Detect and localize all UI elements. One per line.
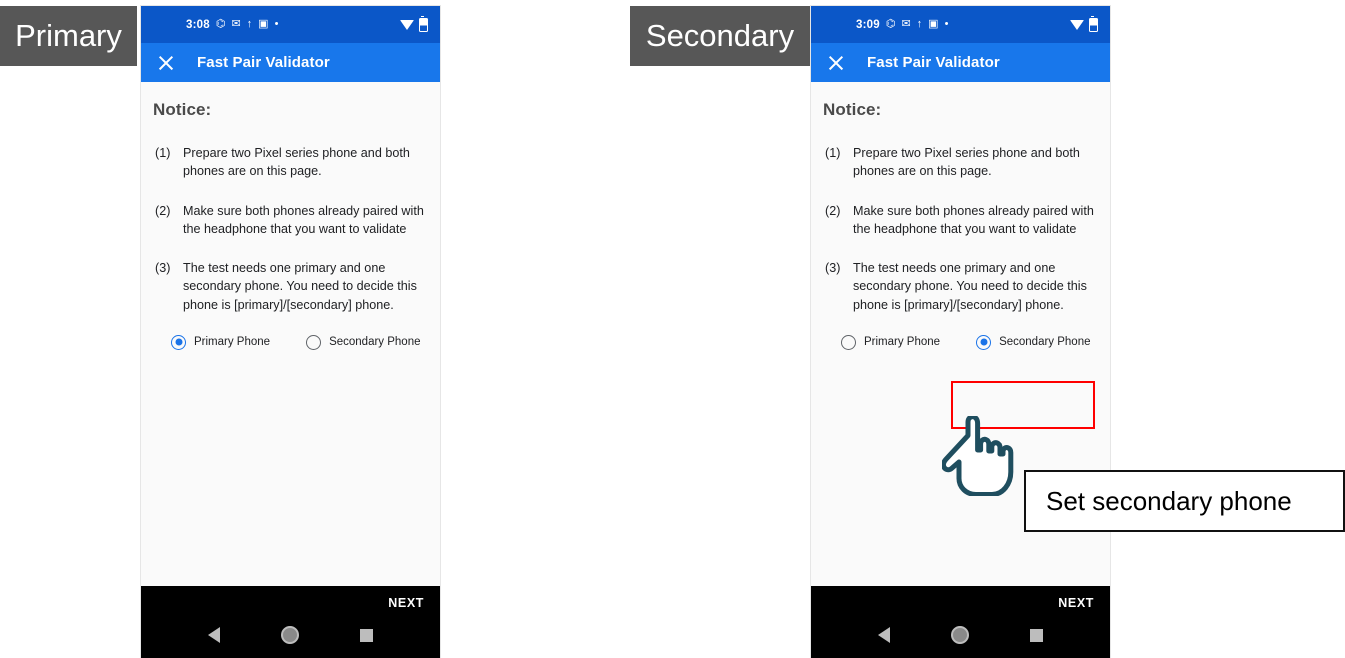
radio-primary-phone-label: Primary Phone (864, 336, 941, 349)
app-content-primary: Notice: (1) Prepare two Pixel series pho… (141, 82, 440, 586)
phone-role-radio-group-primary: Primary Phone Secondary Phone (141, 334, 440, 350)
radio-primary-phone[interactable]: Primary Phone (171, 334, 271, 350)
battery-icon (1089, 15, 1098, 32)
phone-role-radio-group-secondary: Primary Phone Secondary Phone (811, 334, 1110, 350)
panel-label-secondary-text: Secondary (645, 18, 795, 53)
screenshot-stage: Primary 3:08 ⌬ ✉ ↑ ▣ • Fast Pair Validat… (0, 0, 1345, 658)
callout-set-secondary-phone: Set secondary phone (1024, 470, 1345, 532)
notification-icon: ⌬ (215, 18, 226, 30)
radio-secondary-phone-label: Secondary Phone (329, 336, 421, 349)
list-item-text: Make sure both phones already paired wit… (183, 203, 424, 236)
hangouts-icon: ↑ (916, 18, 923, 30)
list-item: (2) Make sure both phones already paired… (155, 202, 426, 239)
list-item-text: The test needs one primary and one secon… (853, 261, 1087, 312)
home-icon[interactable] (280, 626, 299, 644)
hangouts-icon: ↑ (246, 18, 253, 30)
list-item: (1) Prepare two Pixel series phone and b… (825, 144, 1096, 181)
youtube-icon: ▣ (928, 18, 939, 30)
list-item-text: Prepare two Pixel series phone and both … (183, 146, 410, 179)
gmail-icon: ✉ (901, 18, 911, 30)
panel-label-primary-text: Primary (15, 18, 122, 53)
gmail-icon: ✉ (231, 18, 241, 30)
callout-text: Set secondary phone (1046, 485, 1292, 516)
list-item-text: The test needs one primary and one secon… (183, 261, 417, 312)
battery-icon (419, 15, 428, 32)
bottom-bar-secondary: NEXT (811, 586, 1110, 658)
notification-icon: ⌬ (885, 18, 896, 30)
back-icon[interactable] (207, 627, 220, 643)
list-item: (1) Prepare two Pixel series phone and b… (155, 144, 426, 181)
app-bar-primary: Fast Pair Validator (141, 43, 440, 82)
list-item: (3) The test needs one primary and one s… (825, 259, 1096, 314)
back-icon[interactable] (877, 627, 890, 643)
recents-icon[interactable] (1030, 628, 1044, 642)
radio-secondary-phone-indicator[interactable] (306, 334, 322, 350)
wifi-icon (1070, 19, 1084, 30)
list-item-number: (3) (155, 261, 171, 275)
app-title: Fast Pair Validator (867, 54, 1000, 71)
android-nav-bar-secondary (811, 626, 1110, 644)
dot-icon: • (944, 18, 949, 30)
radio-secondary-phone[interactable]: Secondary Phone (976, 334, 1091, 350)
notice-list-primary: (1) Prepare two Pixel series phone and b… (141, 144, 440, 314)
recents-icon[interactable] (360, 628, 374, 642)
radio-primary-phone[interactable]: Primary Phone (841, 334, 941, 350)
bottom-bar-primary: NEXT (141, 586, 440, 658)
radio-secondary-phone-indicator[interactable] (976, 334, 992, 350)
radio-primary-phone-label: Primary Phone (194, 336, 271, 349)
status-time: 3:09 (856, 18, 880, 31)
app-title: Fast Pair Validator (197, 54, 330, 71)
next-button[interactable]: NEXT (1058, 596, 1094, 610)
radio-secondary-phone-label: Secondary Phone (999, 336, 1091, 349)
list-item-text: Make sure both phones already paired wit… (853, 203, 1094, 236)
phone-screenshot-secondary: 3:09 ⌬ ✉ ↑ ▣ • Fast Pair Validator Notic… (811, 6, 1110, 658)
panel-label-secondary: Secondary (630, 6, 810, 66)
status-bar-left-primary: 3:08 ⌬ ✉ ↑ ▣ • (186, 19, 278, 31)
list-item-number: (1) (155, 146, 171, 160)
status-bar-right-primary (400, 15, 428, 32)
notice-heading: Notice: (153, 100, 212, 119)
list-item: (2) Make sure both phones already paired… (825, 202, 1096, 239)
dot-icon: • (274, 18, 279, 30)
list-item-text: Prepare two Pixel series phone and both … (853, 146, 1080, 179)
radio-primary-phone-indicator[interactable] (841, 334, 856, 350)
android-nav-bar-primary (141, 626, 440, 644)
list-item-number: (3) (825, 261, 841, 275)
youtube-icon: ▣ (258, 18, 269, 30)
status-time: 3:08 (186, 18, 210, 31)
panel-label-primary: Primary (0, 6, 137, 66)
next-button[interactable]: NEXT (388, 596, 424, 610)
list-item-number: (2) (155, 203, 171, 218)
wifi-icon (400, 19, 414, 30)
status-bar-secondary: 3:09 ⌬ ✉ ↑ ▣ • (811, 6, 1110, 43)
list-item-number: (1) (825, 146, 841, 160)
app-bar-secondary: Fast Pair Validator (811, 43, 1110, 82)
list-item-number: (2) (825, 203, 841, 218)
status-bar-primary: 3:08 ⌬ ✉ ↑ ▣ • (141, 6, 440, 43)
radio-primary-phone-indicator[interactable] (171, 334, 186, 350)
close-icon[interactable] (153, 50, 179, 76)
radio-secondary-phone[interactable]: Secondary Phone (306, 334, 421, 350)
notice-list-secondary: (1) Prepare two Pixel series phone and b… (811, 144, 1110, 314)
status-bar-left-secondary: 3:09 ⌬ ✉ ↑ ▣ • (856, 19, 948, 31)
notice-heading: Notice: (823, 100, 882, 119)
home-icon[interactable] (950, 626, 969, 644)
list-item: (3) The test needs one primary and one s… (155, 259, 426, 314)
phone-screenshot-primary: 3:08 ⌬ ✉ ↑ ▣ • Fast Pair Validator Notic… (141, 6, 440, 658)
close-icon[interactable] (823, 50, 849, 76)
status-bar-right-secondary (1070, 15, 1098, 32)
